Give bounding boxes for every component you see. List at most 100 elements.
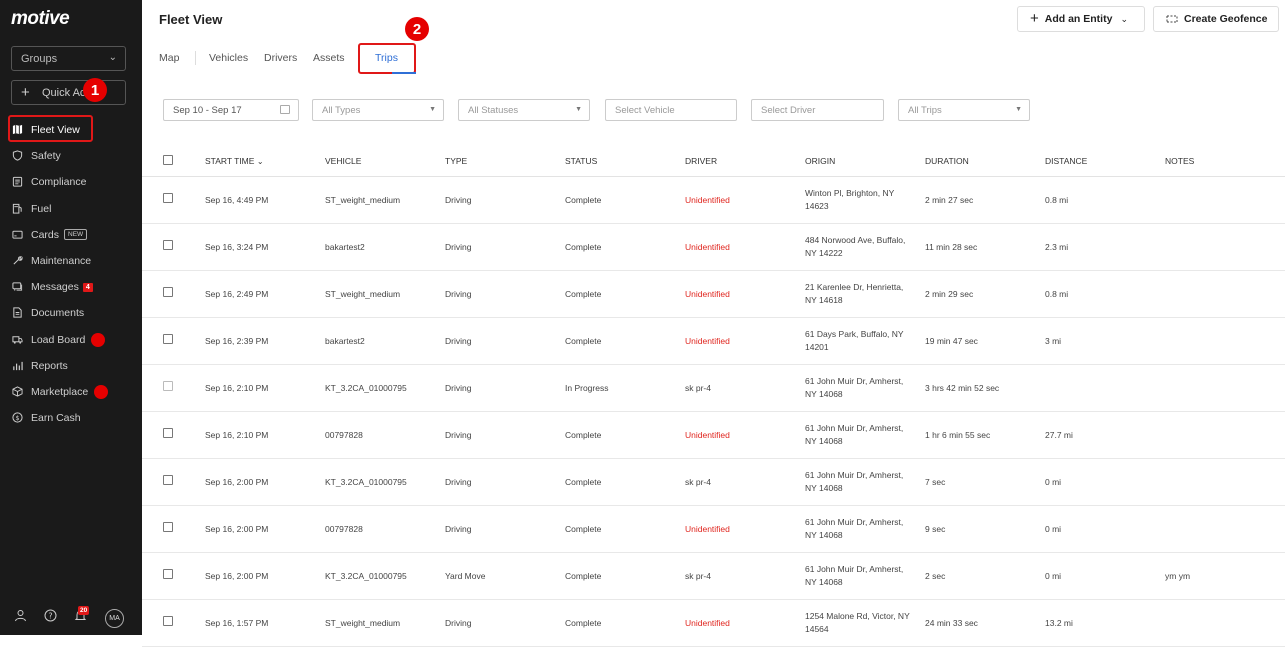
avatar[interactable]: MA bbox=[105, 609, 124, 628]
tab-vehicles[interactable]: Vehicles bbox=[209, 52, 248, 64]
sidebar-item-load-board[interactable]: Load Board bbox=[0, 327, 142, 353]
table-row[interactable]: Sep 16, 4:49 PM ST_weight_medium Driving Co… bbox=[142, 176, 1285, 224]
cell-start-time: Sep 16, 2:00 PM bbox=[205, 458, 325, 506]
driver-select[interactable]: Select Driver bbox=[751, 99, 884, 121]
table-row[interactable]: Sep 16, 2:10 PM KT_3.2CA_01000795 Driving I… bbox=[142, 364, 1285, 412]
row-checkbox[interactable] bbox=[163, 475, 173, 485]
geofence-icon bbox=[1166, 15, 1178, 23]
row-checkbox[interactable] bbox=[163, 616, 173, 626]
sidebar-item-fuel[interactable]: Fuel bbox=[0, 196, 142, 222]
table-row[interactable]: Sep 16, 2:49 PM ST_weight_medium Driving Co… bbox=[142, 270, 1285, 318]
add-entity-button[interactable]: + Add an Entity ⌄ bbox=[1017, 6, 1145, 32]
tab-assets[interactable]: Assets bbox=[313, 52, 345, 64]
origin-line-2: NY 14068 bbox=[805, 577, 843, 587]
vehicle-placeholder: Select Vehicle bbox=[615, 105, 675, 116]
cell-notes bbox=[1165, 223, 1285, 271]
cell-type: Driving bbox=[445, 317, 565, 365]
motive-logo[interactable]: motive bbox=[11, 8, 70, 30]
cell-status: In Progress bbox=[565, 364, 685, 412]
sidebar-item-documents[interactable]: Documents bbox=[0, 300, 142, 326]
row-checkbox[interactable] bbox=[163, 334, 173, 344]
origin-line-1: 21 Karenlee Dr, Henrietta, bbox=[805, 282, 904, 292]
sort-chevron-icon: ⌄ bbox=[256, 156, 264, 166]
origin-line-2: NY 14618 bbox=[805, 295, 843, 305]
user-switch-icon[interactable] bbox=[14, 609, 27, 622]
cell-origin: 1254 Malone Rd, Victor, NY 14564 bbox=[805, 599, 925, 647]
cell-notes bbox=[1165, 317, 1285, 365]
cell-notes bbox=[1165, 458, 1285, 506]
row-checkbox[interactable] bbox=[163, 240, 173, 250]
column-header-start-time[interactable]: START TIME ⌄ bbox=[205, 145, 325, 177]
row-checkbox[interactable] bbox=[163, 381, 173, 391]
column-header-origin: ORIGIN bbox=[805, 145, 925, 177]
sidebar-item-label: Safety bbox=[31, 150, 61, 163]
wrench-icon bbox=[13, 256, 23, 265]
sidebar-item-reports[interactable]: Reports bbox=[0, 353, 142, 379]
cell-driver: Unidentified bbox=[685, 599, 805, 647]
sidebar-item-cards[interactable]: Cards NEW bbox=[0, 222, 142, 248]
cell-start-time: Sep 16, 2:00 PM bbox=[205, 505, 325, 553]
sidebar-item-label: Earn Cash bbox=[31, 412, 81, 425]
step-1-callout: 1 bbox=[83, 78, 107, 102]
select-all-checkbox[interactable] bbox=[163, 154, 173, 165]
cell-status: Complete bbox=[565, 176, 685, 224]
cell-duration: 24 min 33 sec bbox=[925, 599, 1045, 647]
table-row[interactable]: Sep 16, 2:00 PM 00797828 Driving Complete Un… bbox=[142, 505, 1285, 553]
trips-table-body: Sep 16, 4:49 PM ST_weight_medium Driving Co… bbox=[142, 176, 1285, 647]
cell-notes bbox=[1165, 176, 1285, 224]
row-checkbox[interactable] bbox=[163, 287, 173, 297]
groups-dropdown[interactable]: Groups ⌄ bbox=[11, 46, 126, 71]
create-geofence-label: Create Geofence bbox=[1184, 13, 1268, 25]
table-row[interactable]: Sep 16, 2:00 PM KT_3.2CA_01000795 Yard Mov… bbox=[142, 552, 1285, 600]
notification-dot bbox=[91, 332, 106, 347]
cell-origin: 61 John Muir Dr, Amherst, NY 14068 bbox=[805, 411, 925, 459]
cell-notes bbox=[1165, 411, 1285, 459]
cell-vehicle: ST_weight_medium bbox=[325, 599, 445, 647]
add-entity-label: Add an Entity bbox=[1044, 13, 1113, 25]
messages-count-badge: 4 bbox=[82, 282, 93, 292]
table-row[interactable]: Sep 16, 1:57 PM ST_weight_medium Driving Co… bbox=[142, 599, 1285, 647]
tab-drivers[interactable]: Drivers bbox=[264, 52, 297, 64]
table-row[interactable]: Sep 16, 3:24 PM bakartest2 Driving Complete… bbox=[142, 223, 1285, 271]
statuses-select[interactable]: All Statuses ▼ bbox=[458, 99, 590, 121]
create-geofence-button[interactable]: Create Geofence bbox=[1153, 6, 1279, 32]
sidebar-item-marketplace[interactable]: Marketplace bbox=[0, 379, 142, 405]
cell-type: Yard Move bbox=[445, 552, 565, 600]
notification-dot bbox=[94, 384, 109, 399]
types-select[interactable]: All Types ▼ bbox=[312, 99, 444, 121]
table-row[interactable]: Sep 16, 2:39 PM bakartest2 Driving Complete… bbox=[142, 317, 1285, 365]
cell-vehicle: 00797828 bbox=[325, 505, 445, 553]
cell-status: Complete bbox=[565, 505, 685, 553]
date-range-picker[interactable]: Sep 10 - Sep 17 bbox=[163, 99, 299, 121]
groups-label: Groups bbox=[21, 53, 58, 65]
sidebar-item-safety[interactable]: Safety bbox=[0, 143, 142, 169]
sidebar-item-messages[interactable]: Messages 4 bbox=[0, 274, 142, 300]
vehicle-select[interactable]: Select Vehicle bbox=[605, 99, 737, 121]
trips-select[interactable]: All Trips ▼ bbox=[898, 99, 1030, 121]
help-icon[interactable]: ? bbox=[44, 609, 57, 622]
cell-driver: Unidentified bbox=[685, 505, 805, 553]
cell-start-time: Sep 16, 2:00 PM bbox=[205, 552, 325, 600]
cell-notes: ym ym bbox=[1165, 552, 1285, 600]
row-checkbox[interactable] bbox=[163, 569, 173, 579]
table-row[interactable]: Sep 16, 2:10 PM 00797828 Driving Complete Un… bbox=[142, 411, 1285, 459]
origin-line-1: 61 John Muir Dr, Amherst, bbox=[805, 423, 904, 433]
table-row[interactable]: Sep 16, 2:00 PM KT_3.2CA_01000795 Driving C… bbox=[142, 458, 1285, 506]
origin-line-2: NY 14222 bbox=[805, 248, 843, 258]
cell-type: Driving bbox=[445, 270, 565, 318]
row-checkbox[interactable] bbox=[163, 428, 173, 438]
tab-trips[interactable]: Trips bbox=[375, 52, 398, 64]
tab-map[interactable]: Map bbox=[159, 52, 179, 64]
quick-action-button[interactable]: + Quick Ac bbox=[11, 80, 126, 105]
column-header-type: TYPE bbox=[445, 145, 565, 177]
row-checkbox[interactable] bbox=[163, 522, 173, 532]
cell-start-time: Sep 16, 2:10 PM bbox=[205, 411, 325, 459]
sidebar-item-maintenance[interactable]: Maintenance bbox=[0, 248, 142, 274]
message-icon bbox=[12, 282, 23, 291]
row-checkbox[interactable] bbox=[163, 193, 173, 203]
sidebar-nav: Fleet View Safety Compliance Fuel Cards … bbox=[0, 117, 142, 431]
sidebar-item-earn-cash[interactable]: $ Earn Cash bbox=[0, 405, 142, 431]
table-header-row: START TIME ⌄ VEHICLE TYPE STATUS DRIVER … bbox=[142, 145, 1285, 177]
sidebar-item-compliance[interactable]: Compliance bbox=[0, 169, 142, 195]
cell-notes bbox=[1165, 270, 1285, 318]
